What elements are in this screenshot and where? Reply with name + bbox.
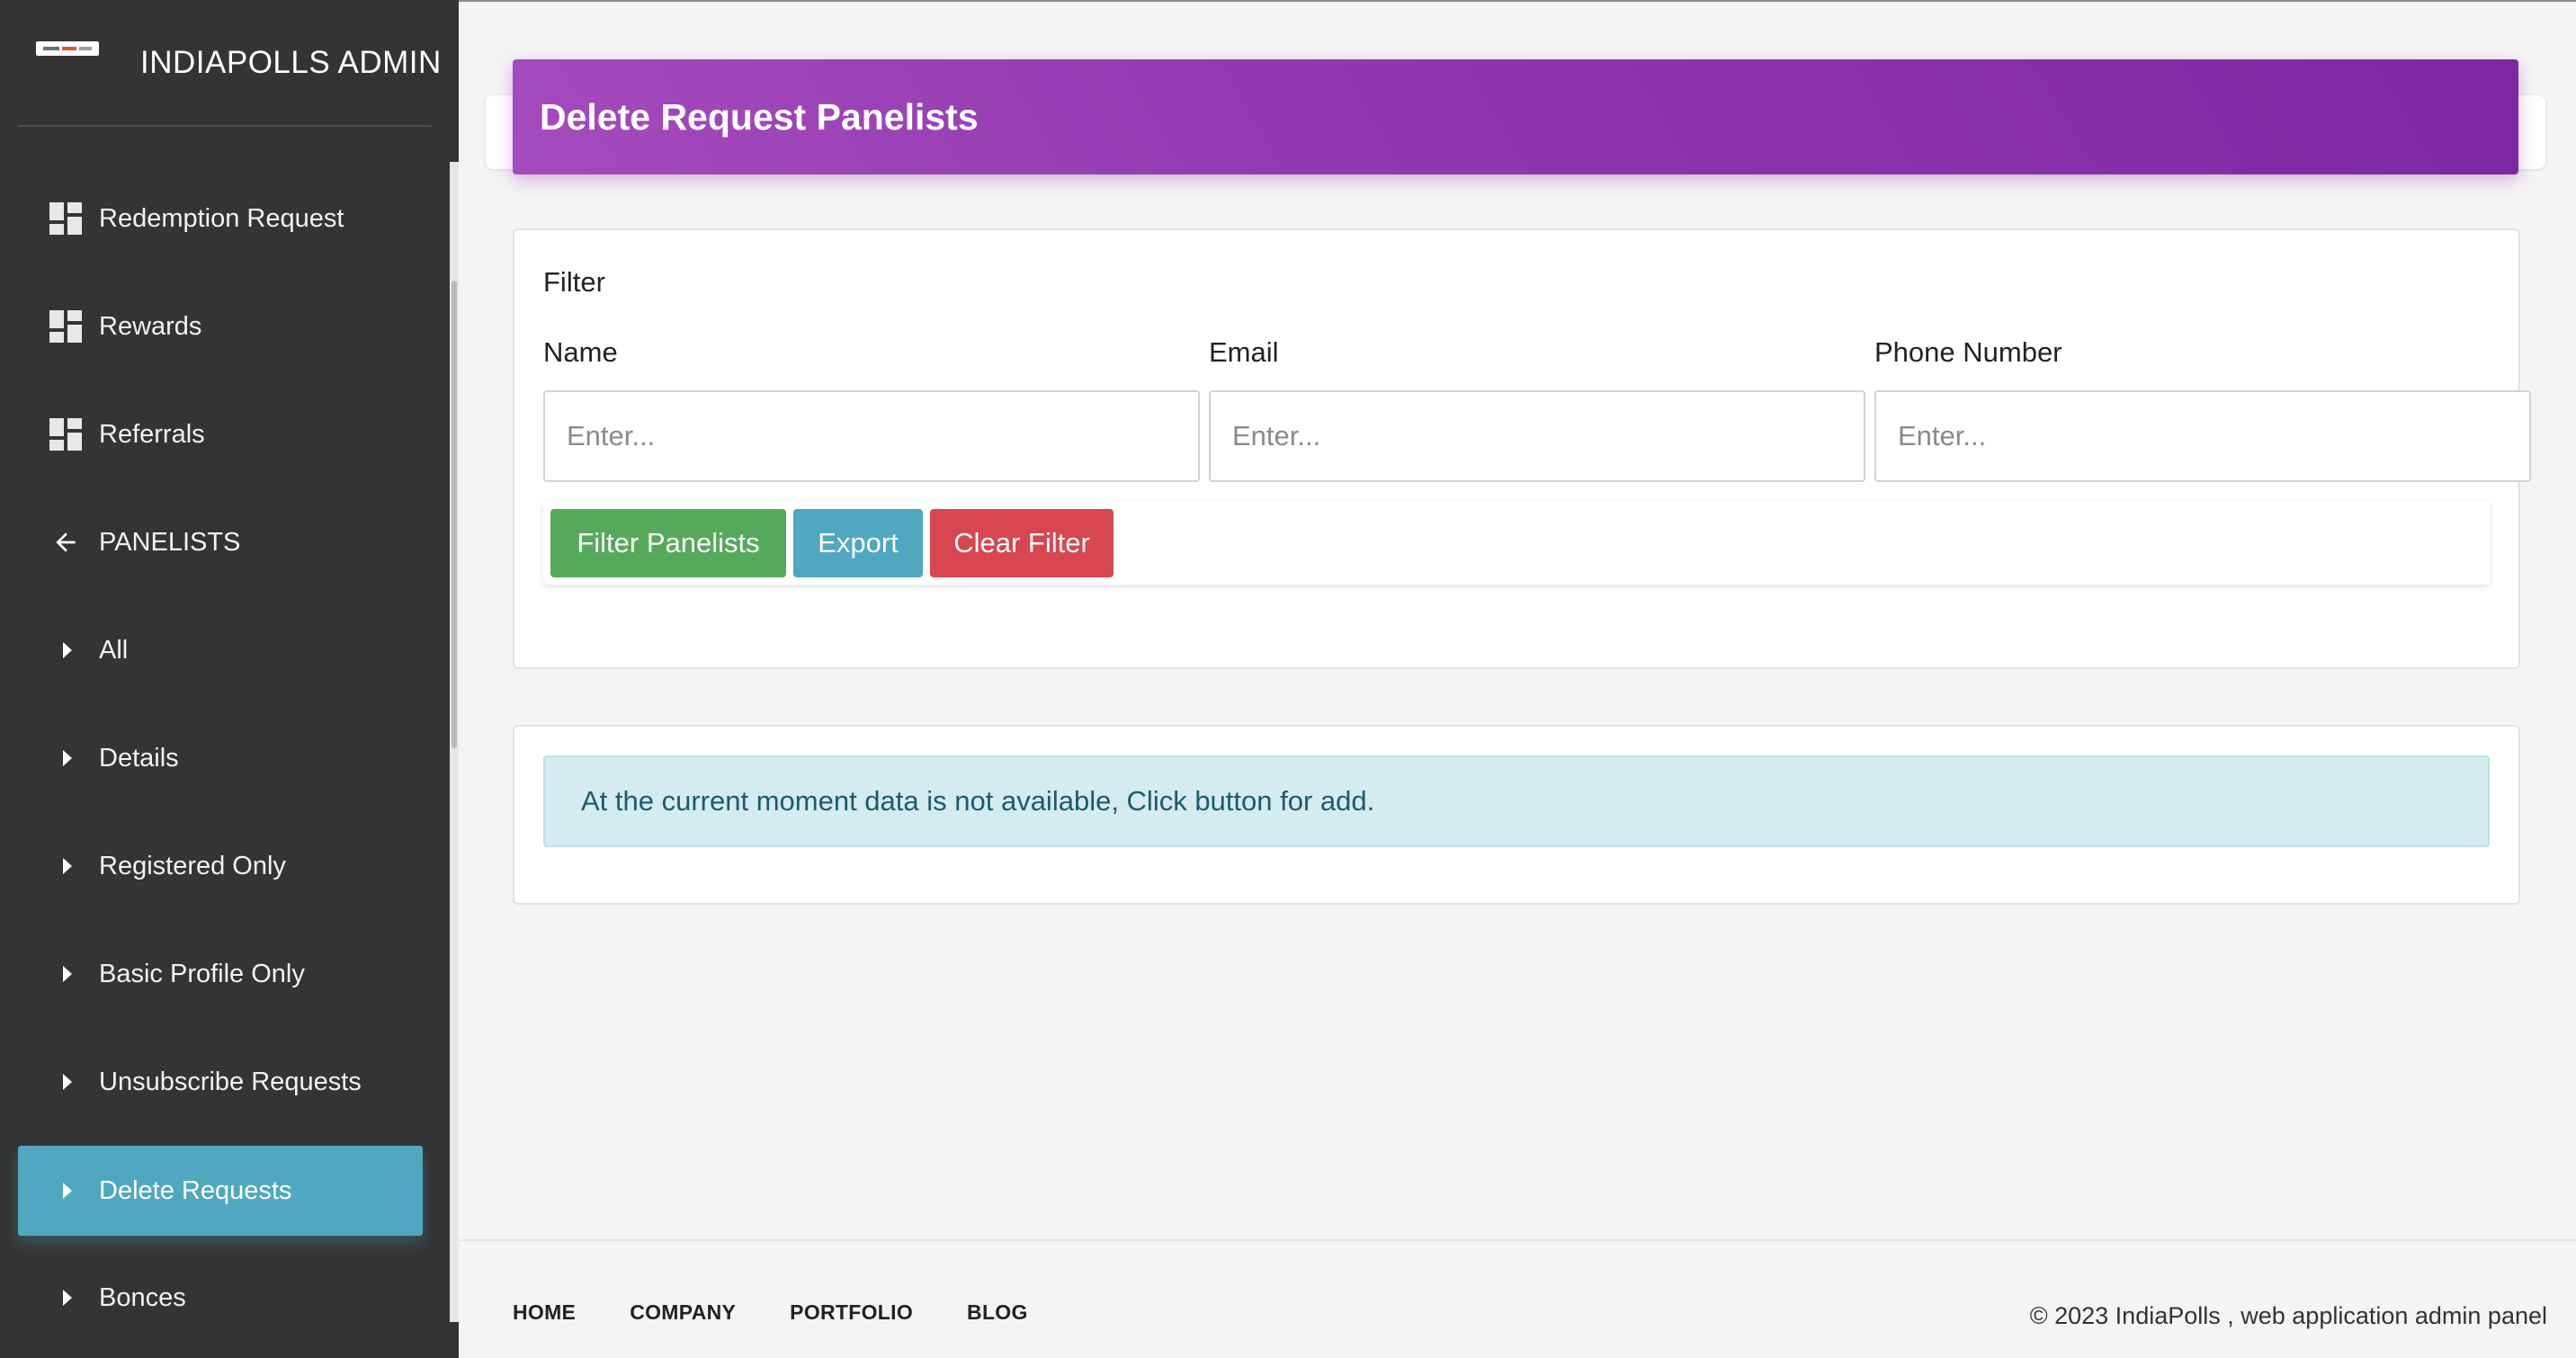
phone-number-label: Phone Number — [1874, 336, 2062, 368]
sidebar-item-label: Unsubscribe Requests — [99, 1067, 362, 1096]
footer-link-portfolio[interactable]: PORTFOLIO — [790, 1300, 913, 1325]
brand-title: INDIAPOLLS ADMIN — [140, 45, 442, 80]
dashboard-icon — [18, 281, 99, 371]
sidebar-item-referrals[interactable]: Referrals — [18, 389, 423, 479]
email-input[interactable] — [1209, 390, 1865, 482]
name-label: Name — [543, 336, 618, 368]
caret-right-icon — [18, 929, 99, 1019]
sidebar-item-label: Bonces — [99, 1282, 186, 1312]
name-input[interactable] — [543, 390, 1200, 482]
footer-nav: HOME COMPANY PORTFOLIO BLOG — [513, 1300, 1028, 1325]
sidebar-item-label: Basic Profile Only — [99, 959, 305, 988]
data-card: At the current moment data is not availa… — [513, 725, 2520, 905]
sidebar-item-label: Details — [99, 743, 179, 773]
clear-filter-button[interactable]: Clear Filter — [930, 509, 1114, 577]
dashboard-icon — [18, 389, 99, 479]
sidebar-item-label: Rewards — [99, 311, 202, 341]
sidebar-scrollbar-thumb[interactable] — [452, 281, 457, 748]
caret-right-icon — [18, 605, 99, 695]
footer-link-home[interactable]: HOME — [513, 1300, 576, 1325]
empty-data-alert: At the current moment data is not availa… — [543, 755, 2490, 847]
sidebar-item-all[interactable]: All — [18, 605, 423, 695]
sidebar-item-label: PANELISTS — [99, 527, 241, 557]
sidebar-item-label: Registered Only — [99, 851, 286, 880]
sidebar-item-label: Redemption Request — [99, 203, 344, 233]
sidebar-item-rewards[interactable]: Rewards — [18, 281, 423, 371]
caret-right-icon — [18, 1037, 99, 1127]
filter-panelists-button[interactable]: Filter Panelists — [550, 509, 786, 577]
sidebar: INDIAPOLLS ADMIN Redemption Request Rewa… — [0, 0, 459, 1358]
sidebar-item-bonces[interactable]: Bonces — [18, 1253, 423, 1343]
sidebar-item-label: Delete Requests — [99, 1175, 292, 1205]
copyright-text: © 2023 IndiaPolls , web application admi… — [2029, 1302, 2547, 1329]
sidebar-item-delete-requests[interactable]: Delete Requests — [18, 1146, 423, 1236]
sidebar-item-label: All — [99, 635, 129, 665]
filter-actions: Filter Panelists Export Clear Filter — [543, 502, 2490, 585]
export-button[interactable]: Export — [793, 509, 923, 577]
brand-logo — [36, 41, 99, 56]
sidebar-item-label: Referrals — [99, 419, 205, 449]
footer-link-blog[interactable]: BLOG — [967, 1300, 1028, 1325]
sidebar-item-redemption-request[interactable]: Redemption Request — [18, 174, 423, 264]
filter-heading: Filter — [543, 266, 605, 298]
footer-link-company[interactable]: COMPANY — [630, 1300, 736, 1325]
page-title: Delete Request Panelists — [540, 96, 979, 138]
arrow-back-icon — [18, 497, 99, 587]
filter-card: Filter Name Email Phone Number Filter Pa… — [513, 228, 2531, 669]
caret-right-icon — [18, 713, 99, 803]
sidebar-item-basic-profile-only[interactable]: Basic Profile Only — [18, 929, 423, 1019]
caret-right-icon — [18, 821, 99, 911]
sidebar-divider — [18, 125, 432, 127]
page-header: Delete Request Panelists — [513, 59, 2518, 174]
footer-divider — [459, 1239, 2576, 1241]
sidebar-item-registered-only[interactable]: Registered Only — [18, 821, 423, 911]
sidebar-item-details[interactable]: Details — [18, 713, 423, 803]
sidebar-item-panelists[interactable]: PANELISTS — [18, 497, 423, 587]
phone-number-input[interactable] — [1874, 390, 2531, 482]
dashboard-icon — [18, 174, 99, 264]
caret-right-icon — [18, 1253, 99, 1343]
brand[interactable]: INDIAPOLLS ADMIN — [0, 0, 450, 126]
caret-right-icon — [18, 1146, 99, 1236]
sidebar-item-unsubscribe-requests[interactable]: Unsubscribe Requests — [18, 1037, 423, 1127]
email-label: Email — [1209, 336, 1279, 368]
